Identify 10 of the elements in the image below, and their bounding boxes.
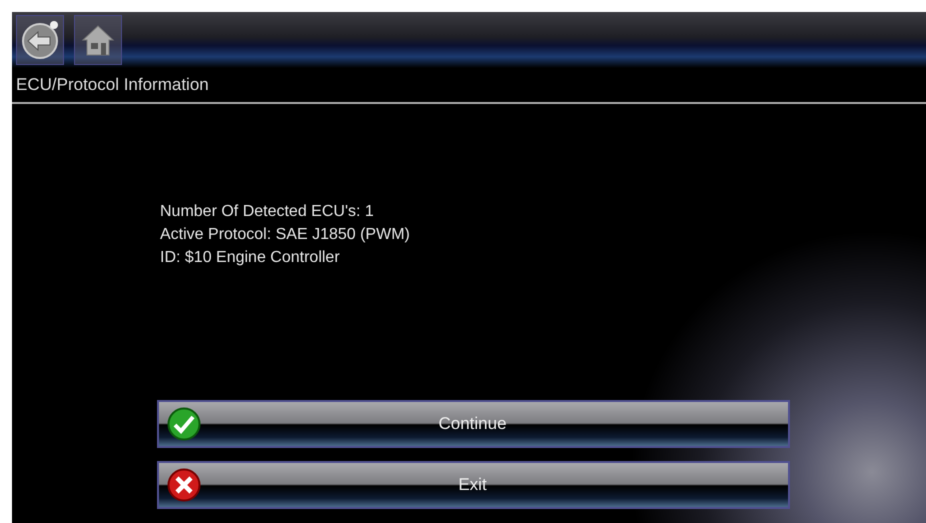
info-line: Active Protocol: SAE J1850 (PWM): [160, 225, 411, 245]
continue-button[interactable]: Continue: [157, 400, 790, 448]
close-icon: [167, 468, 201, 502]
info-line: Number Of Detected ECU's: 1: [160, 202, 375, 222]
screen-title: ECU/Protocol Information: [16, 75, 209, 95]
checkmark-icon: [167, 407, 201, 441]
home-button[interactable]: [74, 15, 122, 65]
exit-button[interactable]: Exit: [157, 461, 790, 509]
info-line: ID: $10 Engine Controller: [160, 248, 341, 268]
back-button[interactable]: [16, 15, 64, 65]
